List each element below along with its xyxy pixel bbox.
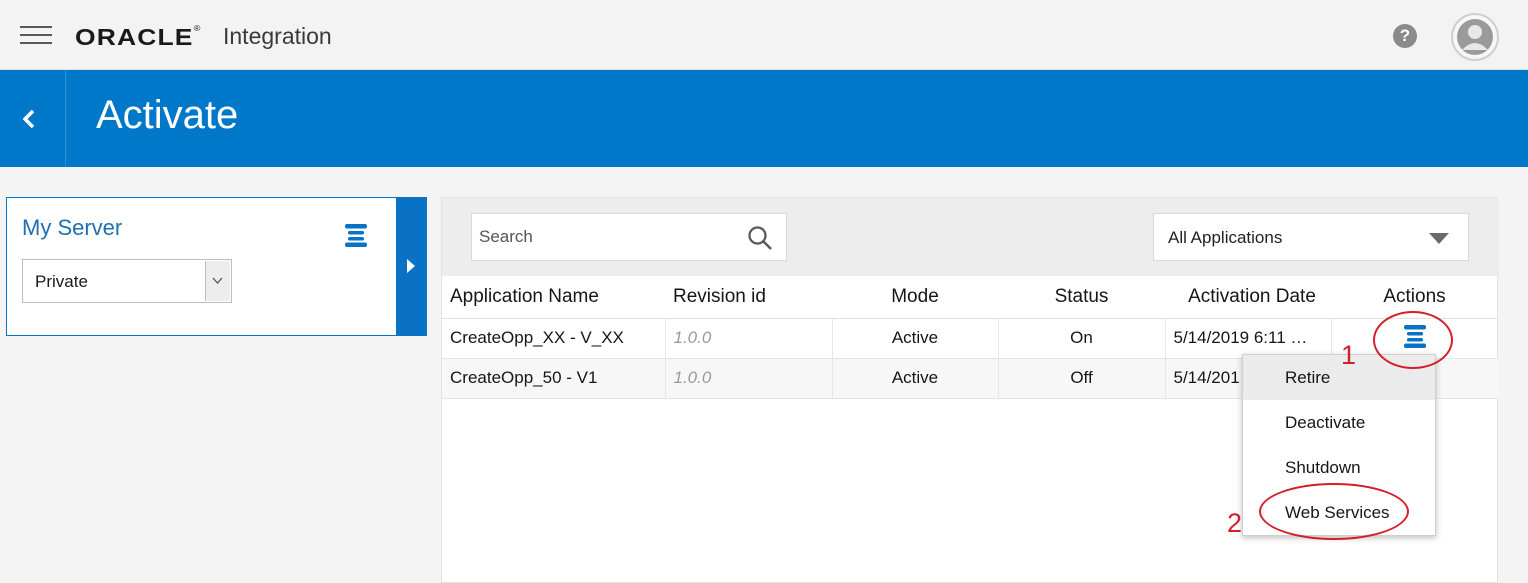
column-header: Activation Date (1165, 276, 1331, 319)
hamburger-menu-icon[interactable] (20, 26, 52, 46)
revision-id: 1.0.0 (665, 358, 833, 399)
revision-id: 1.0.0 (665, 318, 833, 359)
page-title: Activate (96, 93, 239, 137)
annotation-circle-web-services (1259, 483, 1409, 540)
caret-down-icon (1429, 233, 1449, 244)
column-header: Revision id (665, 276, 832, 319)
application-name: CreateOpp_50 - V1 (442, 358, 666, 399)
table-row[interactable]: CreateOpp_XX - V_XX 1.0.0 Active On 5/14… (442, 318, 1498, 359)
mode: Active (832, 358, 999, 399)
annotation-number-2: 2 (1227, 508, 1243, 538)
product-name: Integration (223, 23, 332, 49)
chevron-right-icon (407, 259, 415, 273)
server-panel-title: My Server (22, 215, 123, 240)
menu-item-deactivate[interactable]: Deactivate (1243, 400, 1435, 445)
status: On (998, 318, 1166, 359)
application-filter-select[interactable]: All Applications (1153, 213, 1469, 261)
search-icon[interactable] (747, 225, 773, 256)
mode: Active (832, 318, 999, 359)
toolbar: All Applications (442, 198, 1499, 276)
chevron-left-icon (22, 109, 35, 129)
column-header: Status (998, 276, 1165, 319)
user-avatar[interactable] (1451, 13, 1499, 61)
column-header: Application Name (442, 276, 665, 319)
server-menu-icon[interactable] (345, 223, 367, 252)
help-icon[interactable]: ? (1393, 24, 1417, 48)
back-button[interactable] (0, 70, 66, 167)
filter-value: All Applications (1168, 228, 1283, 247)
annotation-number-1: 1 (1341, 340, 1357, 370)
expand-panel-button[interactable] (396, 197, 427, 336)
server-type-select[interactable]: Private (22, 259, 232, 303)
chevron-down-icon (205, 261, 230, 301)
server-panel: My Server Private (6, 197, 427, 336)
annotation-circle-actions (1373, 311, 1453, 369)
server-type-value: Private (35, 272, 88, 291)
table-header-row: Application Name Revision id Mode Status… (442, 276, 1498, 319)
top-header: ORACLE® Integration ? (0, 0, 1528, 70)
column-header: Mode (832, 276, 998, 319)
oracle-logo: ORACLE® (75, 24, 202, 50)
page-title-bar: Activate (0, 70, 1528, 167)
application-name: CreateOpp_XX - V_XX (442, 318, 666, 359)
user-icon (1457, 19, 1493, 55)
search-input[interactable] (479, 227, 729, 247)
activation-date: 5/14/2019 6:11 … (1165, 318, 1332, 359)
search-box (471, 213, 787, 261)
status: Off (998, 358, 1166, 399)
